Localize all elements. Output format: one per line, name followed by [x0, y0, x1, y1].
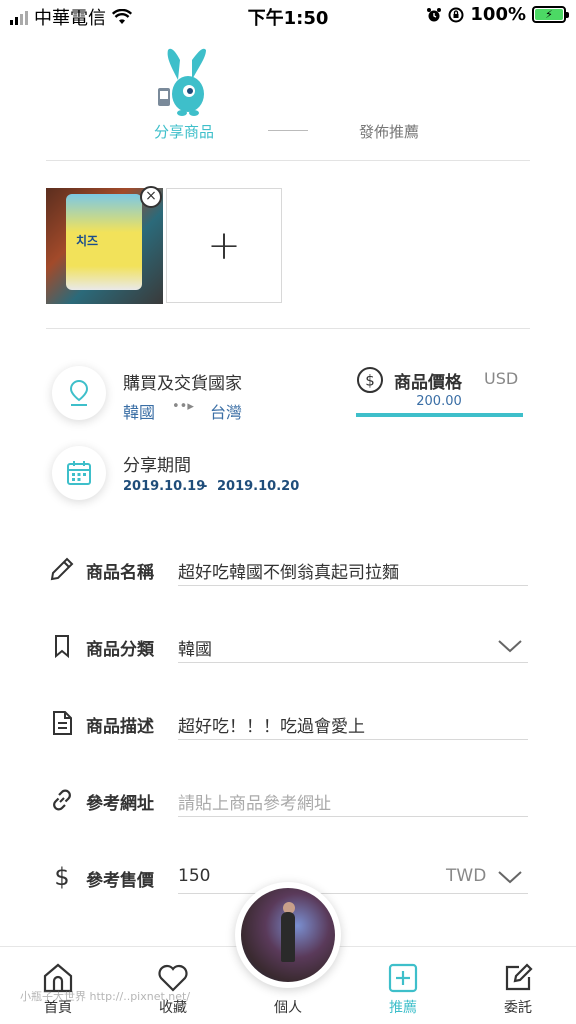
watermark-text: 小瓶子大世界 http://..pixnet.net/: [20, 990, 191, 1003]
link-icon: [48, 786, 76, 814]
price-underline: [356, 413, 523, 417]
battery-icon: ⚡: [532, 6, 569, 23]
remove-photo-button[interactable]: ×: [140, 186, 162, 208]
category-label: 商品分類: [86, 640, 154, 660]
alarm-icon: [427, 7, 442, 21]
ref-price-currency[interactable]: TWD: [446, 866, 486, 886]
description-label: 商品描述: [86, 717, 154, 737]
status-right: 100% ⚡: [426, 4, 569, 25]
dollar-circle-icon: $: [357, 367, 383, 393]
status-bar: 中華電信 下午1:50 100% ⚡: [0, 0, 576, 32]
nav-profile[interactable]: 個人: [248, 995, 328, 1017]
step-publish-recommend: 發佈推薦: [359, 123, 420, 141]
country-title: 購買及交貨國家: [123, 374, 242, 394]
nav-commission[interactable]: 委託: [478, 961, 558, 1017]
url-underline: [178, 816, 528, 817]
calendar-circle[interactable]: [52, 446, 106, 500]
period-end[interactable]: 2019.10.20: [217, 479, 299, 494]
nav-recommend[interactable]: 推薦: [363, 961, 443, 1017]
ref-price-label: 參考售價: [86, 871, 154, 891]
category-select[interactable]: 韓國: [178, 635, 212, 660]
period-title: 分享期間: [123, 456, 191, 476]
plus-square-icon: [388, 963, 418, 993]
profile-avatar-button[interactable]: [235, 882, 341, 988]
pencil-icon: [48, 555, 76, 583]
ref-price-input[interactable]: 150: [178, 866, 210, 886]
price-currency[interactable]: USD: [484, 369, 518, 388]
orientation-lock-icon: [448, 7, 464, 22]
step-share-product: 分享商品: [154, 123, 215, 141]
dollar-icon: $: [54, 863, 70, 891]
noodle-package-image: 치즈: [66, 194, 142, 290]
name-input[interactable]: 超好吃韓國不倒翁真起司拉麵: [178, 558, 399, 583]
step-connector: [268, 130, 308, 131]
price-value[interactable]: 200.00: [356, 394, 522, 409]
description-input[interactable]: 超好吃！！！吃過會愛上: [178, 712, 365, 737]
country-to[interactable]: 台灣: [210, 399, 242, 423]
chevron-down-icon[interactable]: [497, 638, 523, 654]
price-label: 商品價格: [394, 373, 462, 393]
divider-top: [46, 160, 530, 161]
svg-text:$: $: [365, 372, 375, 390]
calendar-icon: [67, 461, 91, 485]
nav-commission-label: 委託: [504, 1000, 532, 1016]
divider-photos: [46, 328, 530, 329]
country-from[interactable]: 韓國: [123, 399, 155, 423]
url-label: 參考網址: [86, 794, 154, 814]
document-icon: [48, 709, 76, 737]
location-pin-circle[interactable]: [52, 366, 106, 420]
mascot-logo: [158, 48, 206, 116]
description-underline: [178, 739, 528, 740]
plus-icon: +: [207, 222, 241, 269]
category-underline: [178, 662, 528, 663]
route-arrow-icon: ••▸: [172, 399, 194, 414]
name-label: 商品名稱: [86, 563, 154, 583]
currency-chevron-icon[interactable]: [497, 869, 523, 885]
avatar: [241, 888, 335, 982]
location-pin-icon: [69, 379, 89, 406]
add-photo-button[interactable]: +: [166, 188, 282, 303]
period-start[interactable]: 2019.10.19: [123, 479, 205, 494]
nav-profile-label: 個人: [274, 1000, 302, 1016]
edit-square-icon: [505, 963, 533, 991]
url-input[interactable]: 請貼上商品參考網址: [178, 789, 331, 814]
ref-price-underline: [178, 893, 528, 894]
package-text: 치즈: [76, 234, 99, 248]
nav-recommend-label: 推薦: [389, 1000, 417, 1016]
period-separator: -: [202, 479, 208, 494]
battery-percent: 100%: [470, 4, 526, 25]
bookmark-icon: [48, 632, 76, 660]
name-underline: [178, 585, 528, 586]
